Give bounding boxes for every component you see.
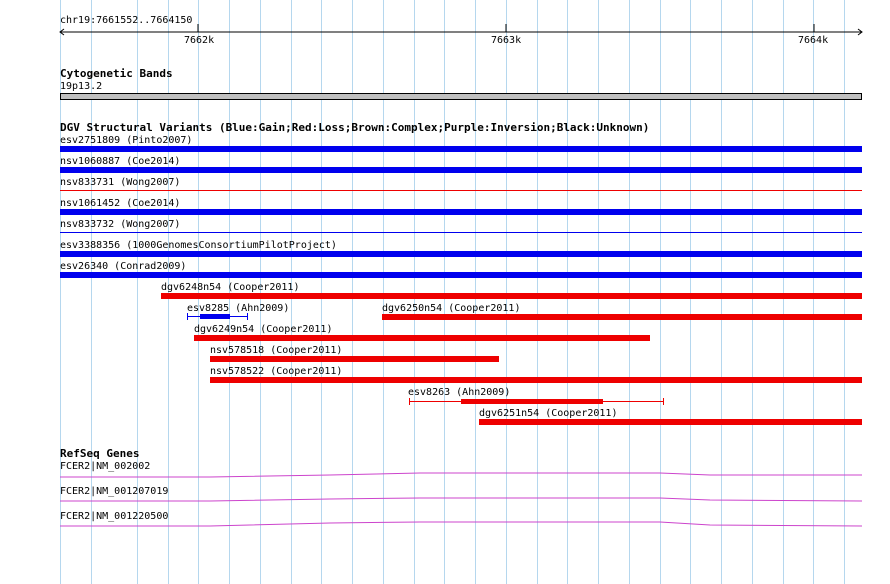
gene-model[interactable]	[60, 518, 862, 530]
variant-label: dgv6251n54 (Cooper2011)	[479, 408, 618, 419]
loss-variant-bar[interactable]	[382, 314, 862, 320]
variant-label: esv26340 (Conrad2009)	[60, 261, 187, 272]
gain-variant-with-uncertainty[interactable]	[186, 312, 250, 321]
variant-label: nsv578522 (Cooper2011)	[210, 366, 343, 377]
variant-label: nsv1060887 (Coe2014)	[60, 156, 181, 167]
cytoband-bar[interactable]	[60, 93, 862, 100]
loss-variant-bar[interactable]	[210, 377, 862, 383]
refseq-track-title: RefSeq Genes	[60, 447, 140, 460]
genome-browser-canvas[interactable]: chr19:7661552..7664150 7662k 7663k 7664k…	[0, 0, 890, 584]
cytoband-track-title: Cytogenetic Bands	[60, 67, 173, 80]
variant-label: nsv578518 (Cooper2011)	[210, 345, 343, 356]
variant-label: esv2751809 (Pinto2007)	[60, 135, 193, 146]
loss-variant-bar[interactable]	[60, 190, 862, 191]
ruler-tick-label: 7664k	[798, 35, 829, 46]
ruler-tick-label: 7662k	[184, 35, 215, 46]
gain-variant-bar[interactable]	[60, 146, 862, 152]
gain-variant-bar[interactable]	[60, 232, 862, 233]
gain-variant-bar[interactable]	[60, 167, 862, 173]
variant-label: nsv833731 (Wong2007)	[60, 177, 181, 188]
variant-label: nsv833732 (Wong2007)	[60, 219, 181, 230]
loss-variant-bar[interactable]	[161, 293, 862, 299]
gain-variant-bar[interactable]	[60, 272, 862, 278]
loss-variant-bar[interactable]	[210, 356, 499, 362]
loss-variant-bar[interactable]	[479, 419, 862, 425]
variant-label: dgv6249n54 (Cooper2011)	[194, 324, 333, 335]
cytoband-label: 19p13.2	[60, 81, 103, 92]
variant-label: dgv6248n54 (Cooper2011)	[161, 282, 300, 293]
variant-label: dgv6250n54 (Cooper2011)	[382, 303, 521, 314]
loss-variant-with-uncertainty[interactable]	[408, 397, 666, 406]
gene-model[interactable]	[60, 470, 862, 480]
dgv-track-title: DGV Structural Variants (Blue:Gain;Red:L…	[60, 121, 650, 134]
ruler-scale[interactable]	[58, 24, 866, 46]
gain-variant-bar[interactable]	[60, 209, 862, 215]
gene-model[interactable]	[60, 495, 862, 505]
variant-label: esv3388356 (1000GenomesConsortiumPilotPr…	[60, 240, 337, 251]
gain-variant-bar[interactable]	[60, 251, 862, 257]
ruler-tick-label: 7663k	[491, 35, 522, 46]
variant-label: nsv1061452 (Coe2014)	[60, 198, 181, 209]
loss-variant-bar[interactable]	[194, 335, 650, 341]
